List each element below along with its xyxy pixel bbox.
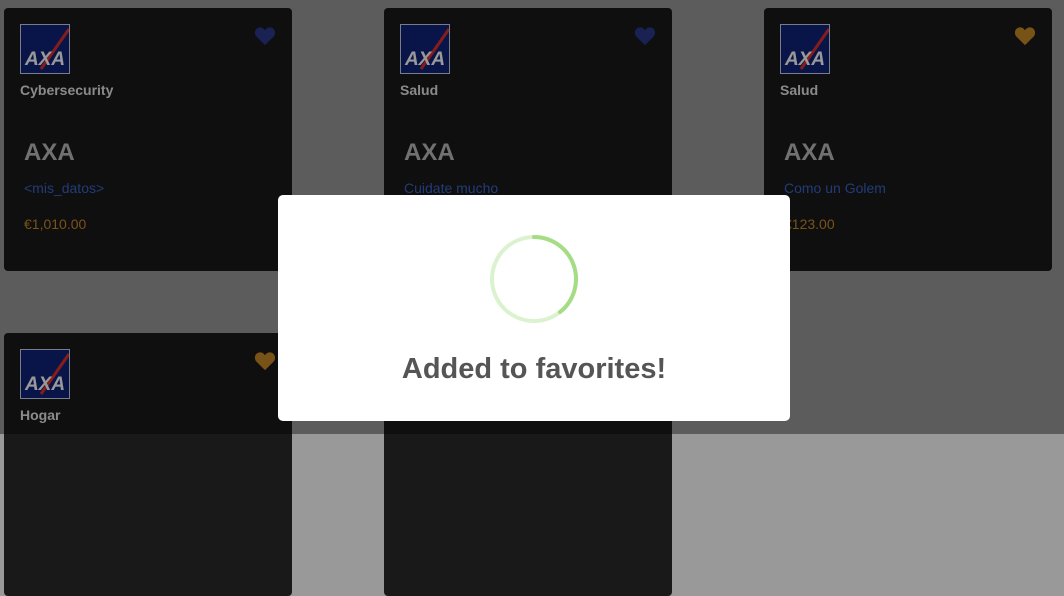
success-spinner-icon xyxy=(490,235,578,323)
modal-title: Added to favorites! xyxy=(401,353,667,385)
success-dialog: Added to favorites! xyxy=(278,195,790,421)
